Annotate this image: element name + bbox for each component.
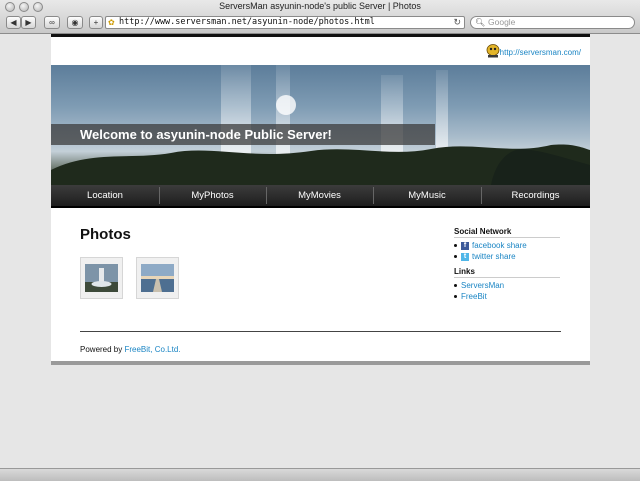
social-network-heading: Social Network bbox=[454, 227, 512, 236]
links-heading: Links bbox=[454, 267, 475, 276]
nav-item-location[interactable]: Location bbox=[51, 185, 159, 206]
reload-icon[interactable]: ↻ bbox=[453, 17, 461, 28]
footer-divider bbox=[80, 331, 561, 332]
facebook-icon: f bbox=[461, 241, 469, 250]
gear-icon: ◉ bbox=[71, 18, 79, 27]
browser-toolbar: ◀ ▶ ∞ ◉ + ✿ http://www.serversman.net/as… bbox=[0, 14, 640, 32]
photo-thumbnail-fountain[interactable] bbox=[80, 257, 123, 299]
twitter-share-label: twitter share bbox=[472, 252, 516, 261]
serversman-mascot-icon bbox=[486, 44, 500, 58]
address-bar[interactable]: ✿ http://www.serversman.net/asyunin-node… bbox=[105, 16, 465, 29]
window-title: ServersMan asyunin-node's public Server … bbox=[219, 1, 421, 11]
freebit-link[interactable]: FreeBit bbox=[454, 292, 487, 301]
photo-thumbnail-pier[interactable] bbox=[136, 257, 179, 299]
forward-arrow-icon: ▶ bbox=[25, 18, 32, 27]
site-favicon-icon: ✿ bbox=[108, 18, 115, 27]
browser-window-chrome: ServersMan asyunin-node's public Server … bbox=[0, 0, 640, 34]
back-arrow-icon: ◀ bbox=[10, 18, 17, 27]
add-bookmark-button[interactable]: + bbox=[89, 16, 103, 29]
nav-item-mymusic[interactable]: MyMusic bbox=[373, 185, 481, 206]
bullet bbox=[454, 255, 457, 259]
twitter-icon: t bbox=[461, 252, 469, 261]
bullet bbox=[454, 295, 457, 299]
facebook-share-label: facebook share bbox=[472, 241, 527, 250]
nav-item-mymovies[interactable]: MyMovies bbox=[266, 185, 373, 206]
welcome-heading: Welcome to asyunin-node Public Server! bbox=[80, 127, 332, 142]
plus-icon: + bbox=[93, 18, 99, 27]
sidebar-divider bbox=[454, 237, 560, 238]
top-rule bbox=[51, 34, 590, 37]
search-field[interactable]: 🔍︎ Google bbox=[470, 16, 635, 29]
search-placeholder: Google bbox=[488, 17, 516, 27]
web-page: http://serversman.com/ Welcome to asyuni… bbox=[51, 34, 590, 361]
nav-item-myphotos[interactable]: MyPhotos bbox=[159, 185, 266, 206]
bookmark-link-button[interactable]: ∞ bbox=[44, 16, 60, 29]
page-bottom-edge bbox=[51, 361, 590, 365]
footer: Powered by FreeBit, Co.Ltd. bbox=[80, 345, 181, 354]
serversman-site-link[interactable]: http://serversman.com/ bbox=[500, 48, 581, 57]
bullet bbox=[454, 244, 457, 248]
header-banner: Welcome to asyunin-node Public Server! bbox=[51, 65, 590, 185]
serversman-link[interactable]: ServersMan bbox=[454, 281, 504, 290]
pier-photo bbox=[141, 264, 174, 292]
freebit-link-label: FreeBit bbox=[461, 292, 487, 301]
link-icon: ∞ bbox=[49, 18, 55, 27]
facebook-share-link[interactable]: f facebook share bbox=[454, 241, 527, 250]
serversman-link-label: ServersMan bbox=[461, 281, 505, 290]
footer-prefix: Powered by bbox=[80, 345, 123, 354]
activity-button[interactable]: ◉ bbox=[67, 16, 83, 29]
nav-item-recordings[interactable]: Recordings bbox=[481, 185, 590, 206]
search-icon: 🔍︎ bbox=[475, 18, 486, 27]
bullet bbox=[454, 284, 457, 288]
page-title: Photos bbox=[80, 226, 131, 243]
main-navigation: Location MyPhotos MyMovies MyMusic Recor… bbox=[51, 185, 590, 208]
forward-button[interactable]: ▶ bbox=[21, 16, 36, 29]
freebit-company-link[interactable]: FreeBit, Co.Ltd. bbox=[124, 345, 180, 354]
status-bar bbox=[0, 468, 640, 481]
title-bar: ServersMan asyunin-node's public Server … bbox=[0, 0, 640, 14]
url-text[interactable]: http://www.serversman.net/asyunin-node/p… bbox=[119, 17, 375, 28]
back-button[interactable]: ◀ bbox=[6, 16, 21, 29]
sidebar-divider bbox=[454, 277, 560, 278]
twitter-share-link[interactable]: t twitter share bbox=[454, 252, 516, 261]
fountain-photo bbox=[85, 264, 118, 292]
